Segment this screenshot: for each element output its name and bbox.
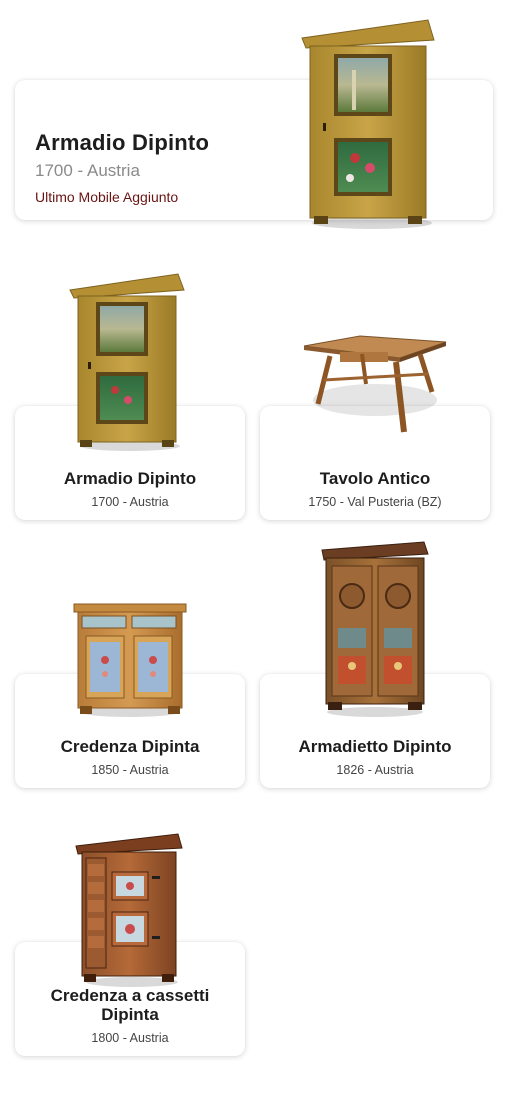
- painted-cabinet-image[interactable]: [320, 540, 430, 718]
- featured-subtitle: 1700 - Austria: [35, 161, 140, 180]
- painted-sideboard-image[interactable]: [72, 600, 188, 718]
- card-subtitle: 1700 - Austria: [91, 495, 169, 509]
- card-text: Tavolo Antico 1750 - Val Pusteria (BZ): [260, 469, 490, 509]
- featured-wardrobe-image[interactable]: [300, 18, 440, 230]
- drawer-cabinet-image[interactable]: [74, 832, 186, 988]
- antique-table-image[interactable]: [300, 330, 450, 440]
- card-subtitle: 1850 - Austria: [91, 763, 169, 777]
- featured-tag: Ultimo Mobile Aggiunto: [35, 189, 179, 205]
- card-text: Armadio Dipinto 1700 - Austria: [15, 469, 245, 509]
- featured-text: Armadio Dipinto 1700 - Austria Ultimo Mo…: [35, 130, 209, 205]
- card-text: Armadietto Dipinto 1826 - Austria: [260, 737, 490, 777]
- card-text: Credenza Dipinta 1850 - Austria: [15, 737, 245, 777]
- card-subtitle: 1826 - Austria: [336, 763, 414, 777]
- painted-wardrobe-image[interactable]: [68, 272, 186, 452]
- card-subtitle: 1800 - Austria: [91, 1031, 169, 1045]
- card-title: Credenza Dipinta: [60, 737, 200, 756]
- card-subtitle: 1750 - Val Pusteria (BZ): [308, 495, 442, 509]
- card-text: Credenza a cassetti Dipinta 1800 - Austr…: [15, 986, 245, 1045]
- card-title: Armadio Dipinto: [63, 469, 197, 488]
- card-title: Credenza a cassetti Dipinta: [50, 986, 210, 1024]
- card-title: Armadietto Dipinto: [298, 737, 452, 756]
- featured-title: Armadio Dipinto: [35, 130, 210, 155]
- card-title: Tavolo Antico: [319, 469, 431, 488]
